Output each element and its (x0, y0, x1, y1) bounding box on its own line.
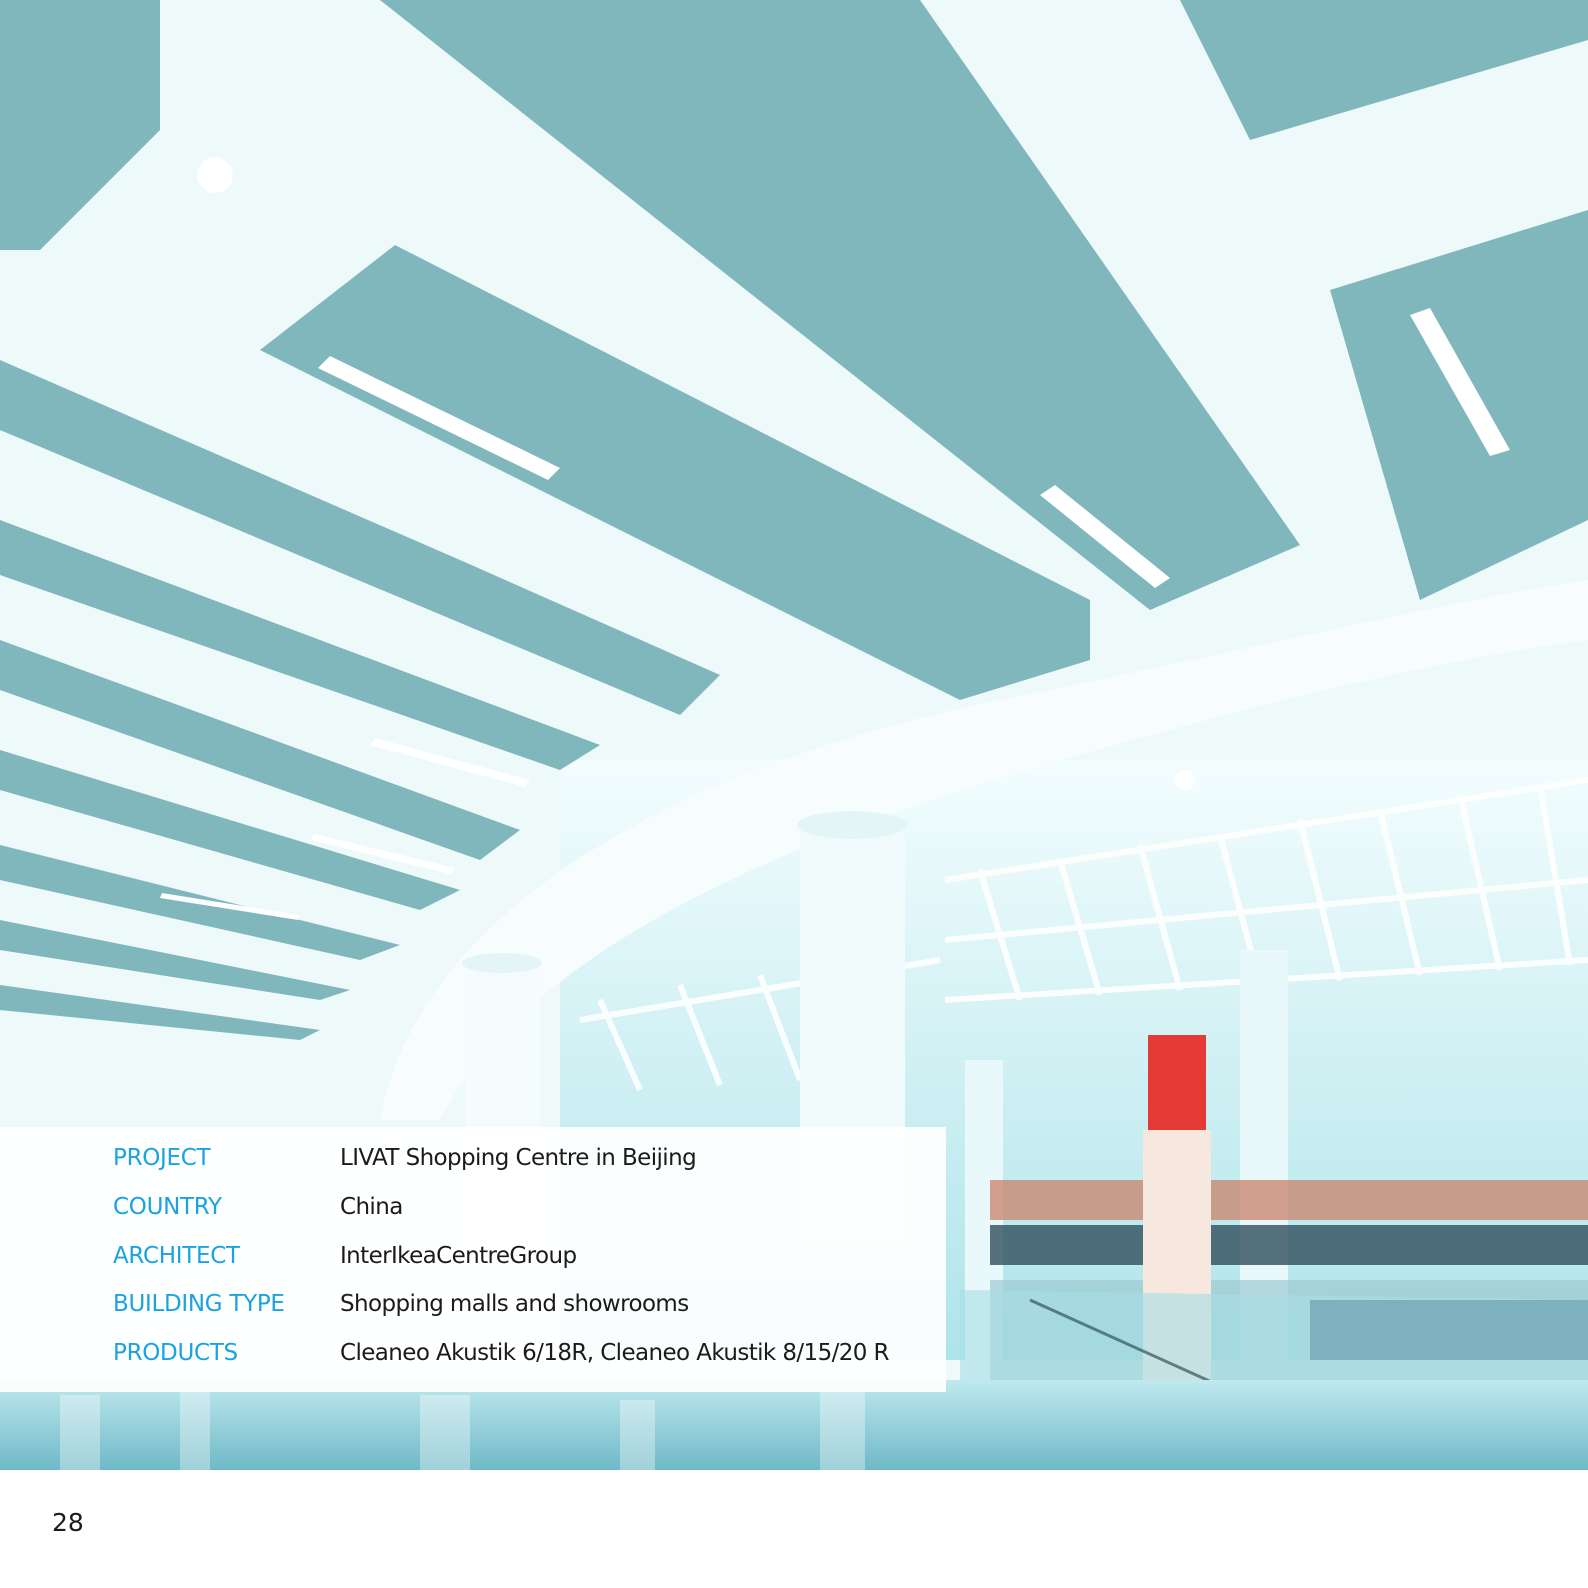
country-label: COUNTRY (113, 1194, 222, 1220)
reflective-floor (0, 1380, 1588, 1470)
products-label: PRODUCTS (113, 1340, 238, 1366)
country-row: COUNTRY China (0, 1194, 946, 1234)
architect-row: ARCHITECT InterIkeaCentreGroup (0, 1243, 946, 1283)
project-row: PROJECT LIVAT Shopping Centre in Beijing (0, 1145, 946, 1185)
page-number: 28 (52, 1508, 84, 1537)
products-value: Cleaneo Akustik 6/18R, Cleaneo Akustik 8… (340, 1340, 890, 1366)
building-type-row: BUILDING TYPE Shopping malls and showroo… (0, 1291, 946, 1331)
products-row: PRODUCTS Cleaneo Akustik 6/18R, Cleaneo … (0, 1340, 946, 1380)
project-label: PROJECT (113, 1145, 211, 1171)
project-info-panel: PROJECT LIVAT Shopping Centre in Beijing… (0, 1127, 946, 1392)
building-type-label: BUILDING TYPE (113, 1291, 285, 1317)
architect-value: InterIkeaCentreGroup (340, 1243, 577, 1269)
country-value: China (340, 1194, 403, 1220)
project-value: LIVAT Shopping Centre in Beijing (340, 1145, 697, 1171)
brochure-page: PROJECT LIVAT Shopping Centre in Beijing… (0, 0, 1588, 1588)
architect-label: ARCHITECT (113, 1243, 240, 1269)
building-type-value: Shopping malls and showrooms (340, 1291, 689, 1317)
